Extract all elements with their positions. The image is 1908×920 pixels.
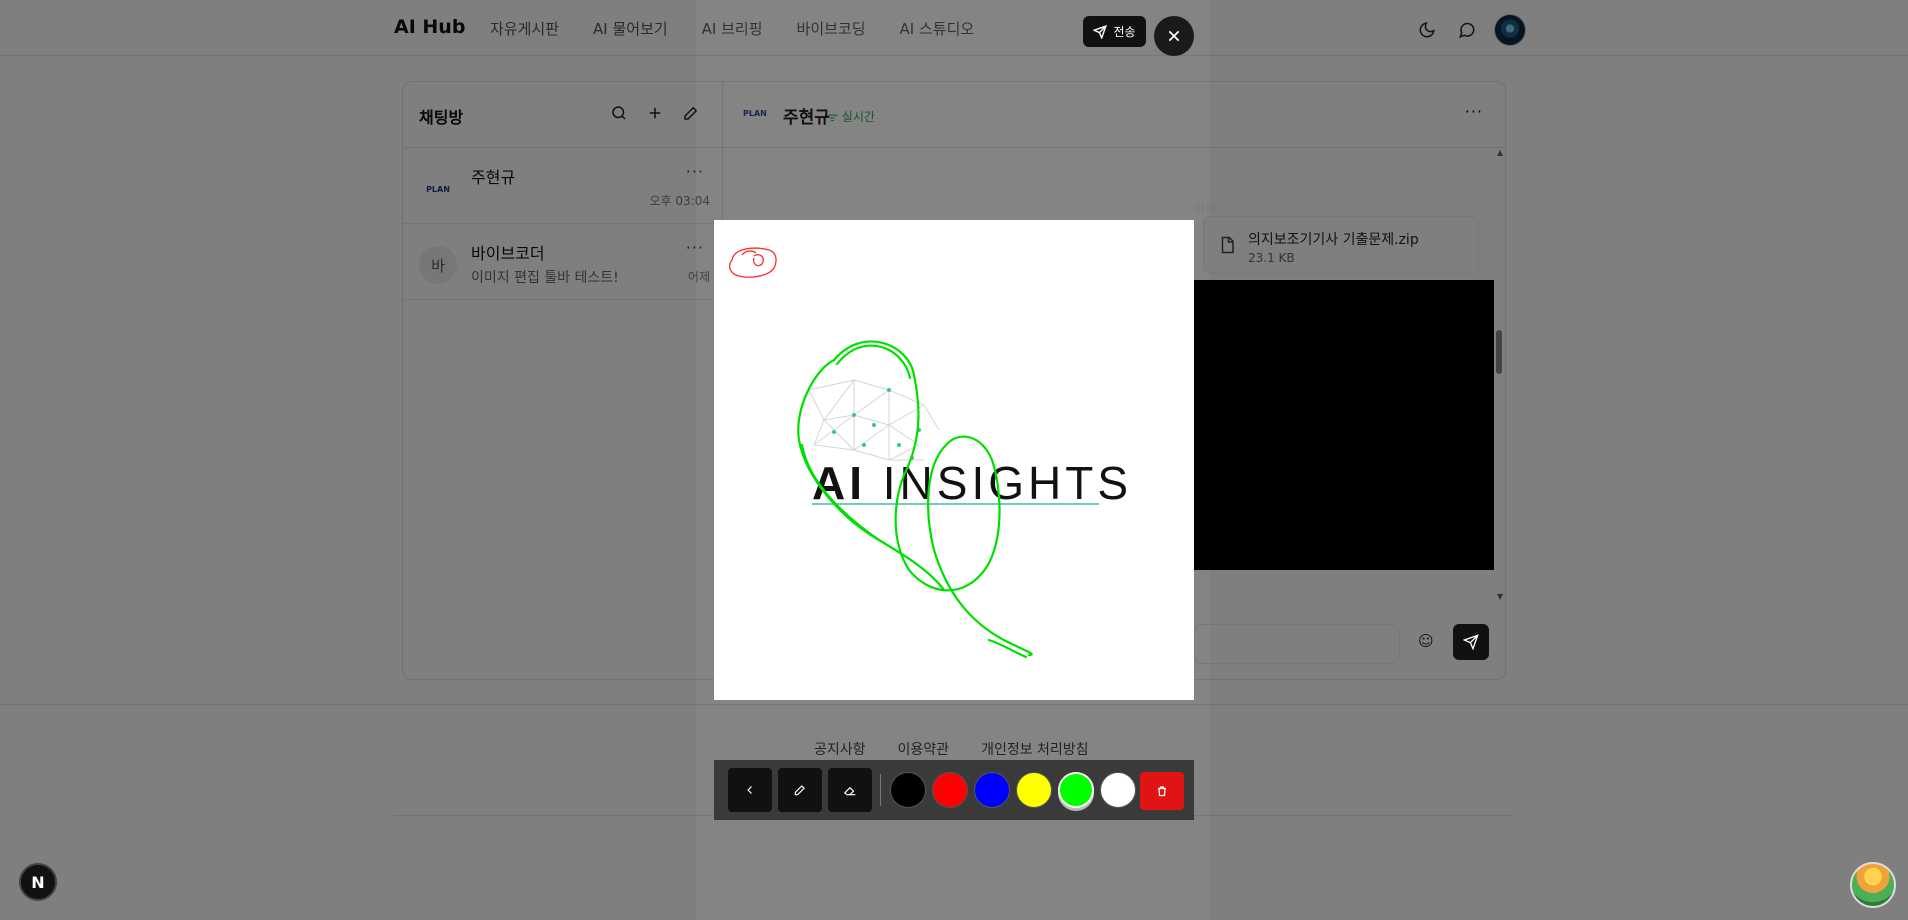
trash-icon (1158, 786, 1166, 797)
emoji-icon[interactable]: ☺ (1418, 632, 1434, 650)
eraser-icon (843, 786, 856, 796)
close-button[interactable] (1154, 16, 1194, 56)
logo-ai: AI (812, 457, 866, 509)
send-message-button[interactable] (1453, 624, 1489, 660)
next-dev-badge[interactable]: N (19, 863, 57, 901)
editor-send-label: 전송 (1113, 25, 1136, 39)
scroll-up-icon[interactable]: ▲ (1497, 148, 1503, 157)
scroll-down-icon[interactable]: ▼ (1497, 592, 1503, 601)
send-icon (1463, 634, 1479, 650)
file-name: 의지보조기기사 기출문제.zip (1248, 232, 1419, 248)
color-swatch-white[interactable] (1100, 772, 1136, 808)
clear-button[interactable] (1140, 772, 1184, 810)
logo-insights: INSIGHTS (882, 457, 1133, 509)
pencil-icon (794, 785, 805, 796)
file-icon (1221, 236, 1234, 254)
color-swatch-red[interactable] (932, 772, 968, 808)
palm-island-icon[interactable] (1850, 862, 1896, 908)
color-swatch-black[interactable] (890, 772, 926, 808)
drawing-toolbar (714, 760, 1194, 820)
send-icon (1093, 24, 1108, 39)
eraser-button[interactable] (828, 768, 872, 812)
back-icon (747, 786, 752, 794)
close-icon (1168, 30, 1180, 42)
pencil-button[interactable] (778, 768, 822, 812)
image-canvas[interactable]: AI INSIGHTS (714, 220, 1194, 700)
scrollbar-thumb[interactable] (1496, 330, 1502, 374)
back-button[interactable] (728, 768, 772, 812)
file-card[interactable]: 의지보조기기사 기출문제.zip 23.1 KB (1203, 216, 1479, 274)
color-swatch-blue[interactable] (974, 772, 1010, 808)
date-label: 어제 (1194, 202, 1217, 216)
toolbar-divider (880, 774, 881, 806)
video-preview[interactable] (1194, 280, 1494, 570)
editor-send-button[interactable]: 전송 (1083, 16, 1146, 47)
color-swatch-yellow[interactable] (1016, 772, 1052, 808)
logo-text: AI INSIGHTS (812, 456, 1132, 510)
message-input[interactable] (1194, 624, 1400, 664)
file-size: 23.1 KB (1248, 251, 1295, 265)
color-swatch-green[interactable] (1058, 772, 1094, 808)
